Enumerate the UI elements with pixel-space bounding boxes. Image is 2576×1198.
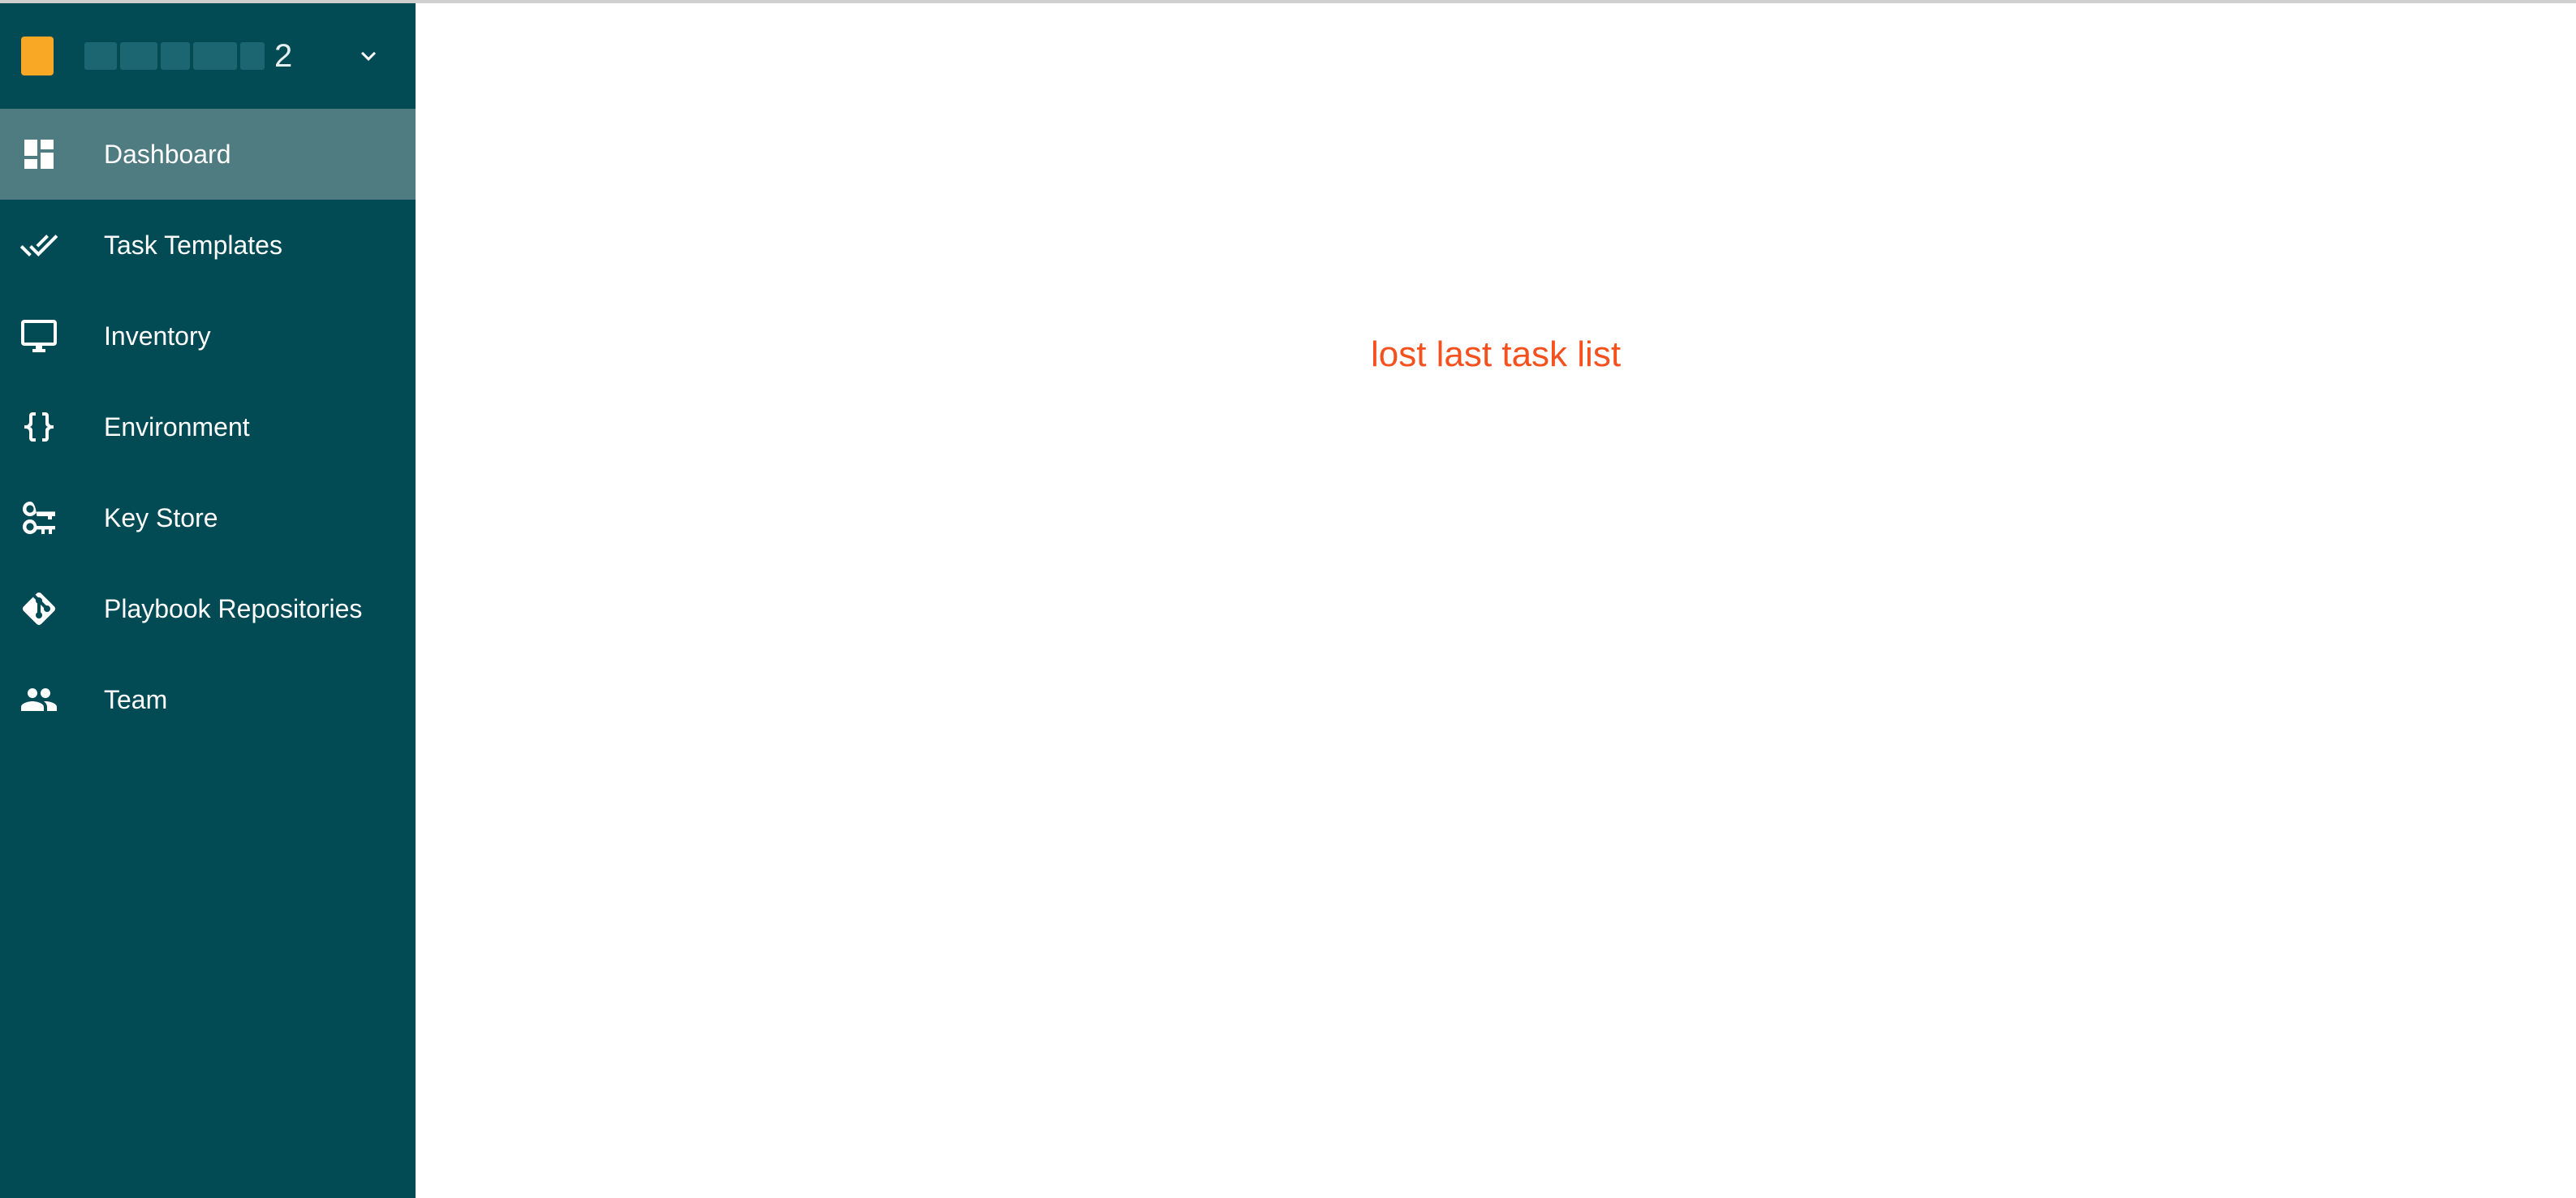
sidebar-item-label: Key Store — [104, 502, 218, 532]
sidebar-item-label: Task Templates — [104, 230, 282, 260]
sidebar-item-playbook-repositories[interactable]: Playbook Repositories — [0, 563, 416, 654]
error-message: lost last task list — [1370, 334, 1622, 374]
redacted-block — [161, 42, 190, 70]
project-square-icon — [21, 37, 54, 75]
sidebar-item-label: Inventory — [104, 321, 211, 351]
sidebar-item-dashboard[interactable]: Dashboard — [0, 109, 416, 200]
sidebar-item-inventory[interactable]: Inventory — [0, 291, 416, 381]
redacted-block — [120, 42, 157, 70]
sidebar-item-environment[interactable]: Environment — [0, 381, 416, 472]
main-content: lost last task list — [416, 3, 2576, 1198]
sidebar-item-key-store[interactable]: Key Store — [0, 472, 416, 563]
git-icon — [19, 589, 58, 628]
double-check-icon — [19, 226, 58, 265]
project-selector[interactable]: 2 — [0, 3, 416, 109]
project-name-text: 2 — [274, 37, 295, 74]
chevron-down-icon[interactable] — [354, 41, 383, 71]
dashboard-icon — [19, 135, 58, 174]
team-icon — [19, 680, 58, 719]
sidebar-item-task-templates[interactable]: Task Templates — [0, 200, 416, 291]
redacted-block — [193, 42, 237, 70]
sidebar: 2 Dashboard Task Templates Inventory Env… — [0, 3, 416, 1198]
monitor-icon — [19, 317, 58, 356]
sidebar-item-team[interactable]: Team — [0, 654, 416, 745]
redacted-block — [84, 42, 117, 70]
sidebar-item-label: Team — [104, 684, 168, 714]
braces-icon — [19, 407, 58, 446]
sidebar-item-label: Dashboard — [104, 139, 231, 169]
sidebar-item-label: Environment — [104, 412, 250, 442]
redacted-block — [240, 42, 265, 70]
project-name: 2 — [84, 38, 294, 75]
sidebar-nav: Dashboard Task Templates Inventory Envir… — [0, 109, 416, 745]
sidebar-item-label: Playbook Repositories — [104, 593, 363, 623]
key-icon — [19, 498, 58, 537]
